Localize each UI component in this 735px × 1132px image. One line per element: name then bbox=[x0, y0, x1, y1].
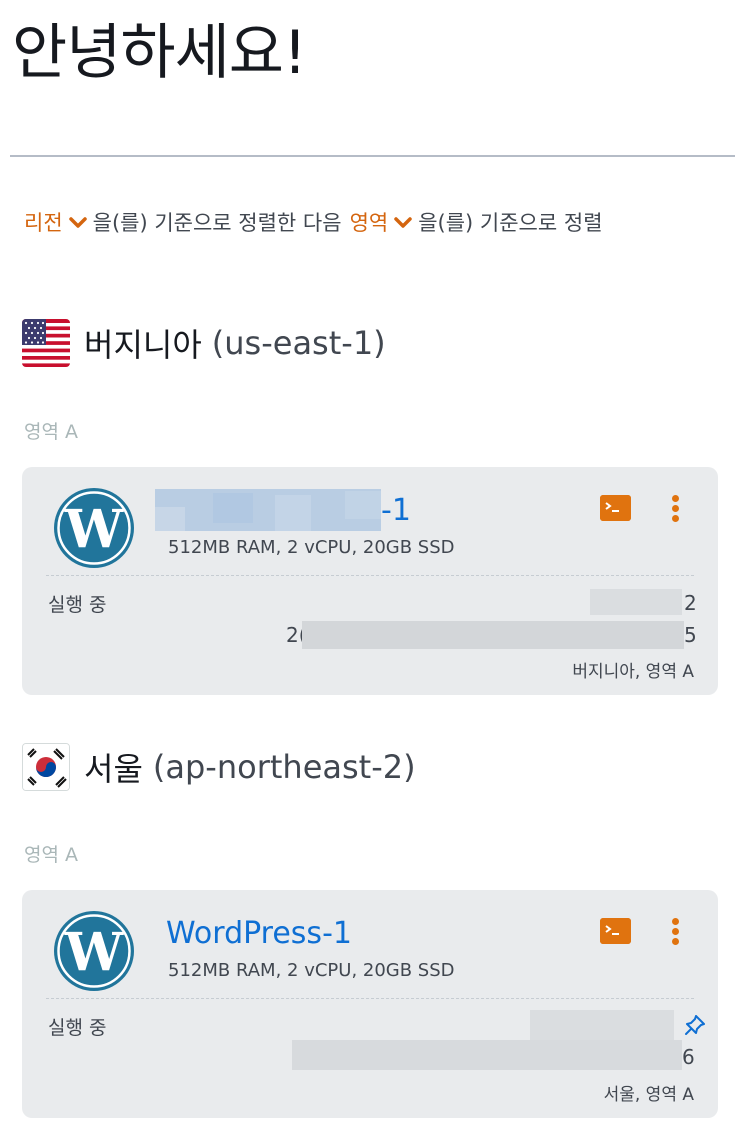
redacted-instance-name bbox=[155, 489, 381, 531]
svg-text:W: W bbox=[64, 922, 125, 983]
ip-1-visible-tail: 2 bbox=[684, 591, 697, 615]
region-heading-ap-northeast-2: 서울 (ap-northeast-2) bbox=[22, 743, 416, 791]
wordpress-logo-icon: W bbox=[54, 911, 134, 991]
redacted-ip-2 bbox=[292, 1040, 682, 1070]
instance-location: 서울, 영역 A bbox=[603, 1085, 694, 1105]
ip-2-visible-tail: 6 bbox=[682, 1045, 695, 1069]
sort-connector-2: 을(를) 기준으로 정렬 bbox=[418, 211, 603, 235]
instance-card[interactable]: W WordPress-1 512MB RAM, 2 vCPU, 20GB SS… bbox=[22, 890, 718, 1118]
instance-name-link[interactable]: -1 bbox=[381, 493, 411, 528]
region-heading-us-east-1: 버지니아 (us-east-1) bbox=[22, 319, 386, 367]
region-code: (us-east-1) bbox=[211, 324, 386, 362]
region-name: 서울 bbox=[84, 750, 143, 788]
sort-field-1-label: 리전 bbox=[24, 211, 63, 235]
pin-icon[interactable] bbox=[684, 1014, 706, 1036]
sort-connector-1: 을(를) 기준으로 정렬한 다음 bbox=[92, 211, 342, 235]
sort-field-1-dropdown[interactable]: 리전 bbox=[24, 207, 93, 237]
redacted-ip-2 bbox=[302, 621, 684, 649]
redacted-ip-1 bbox=[590, 589, 682, 615]
instance-status: 실행 중 bbox=[48, 1017, 107, 1039]
terminal-icon[interactable] bbox=[600, 495, 631, 521]
chevron-down-icon bbox=[68, 217, 87, 228]
chevron-down-icon bbox=[394, 217, 412, 228]
instance-card[interactable]: W -1 512MB RAM, 2 vCPU, 20GB SSD 실행 중 2 … bbox=[22, 467, 718, 695]
kebab-menu-icon[interactable] bbox=[667, 916, 683, 948]
terminal-icon[interactable] bbox=[600, 918, 631, 944]
region-name: 버지니아 bbox=[84, 326, 202, 364]
kr-flag-icon bbox=[22, 743, 70, 791]
instance-location: 버지니아, 영역 A bbox=[572, 662, 694, 682]
header-divider bbox=[10, 155, 735, 157]
sort-bar: 리전 을(를) 기준으로 정렬한 다음 영역 을(를) 기준으로 정렬 bbox=[24, 206, 603, 238]
instance-name-link[interactable]: WordPress-1 bbox=[166, 916, 352, 951]
kebab-menu-icon[interactable] bbox=[667, 493, 683, 525]
instance-spec: 512MB RAM, 2 vCPU, 20GB SSD bbox=[168, 537, 455, 558]
sort-field-2-label: 영역 bbox=[349, 211, 389, 235]
instance-status: 실행 중 bbox=[48, 594, 107, 616]
us-flag-icon bbox=[22, 319, 70, 367]
card-divider bbox=[46, 575, 694, 576]
region-code: (ap-northeast-2) bbox=[152, 748, 416, 786]
zone-label: 영역 A bbox=[24, 844, 78, 866]
greeting-title: 안녕하세요! bbox=[12, 18, 307, 88]
redacted-ip-1 bbox=[530, 1010, 674, 1040]
svg-text:W: W bbox=[64, 499, 125, 560]
instance-spec: 512MB RAM, 2 vCPU, 20GB SSD bbox=[168, 960, 455, 981]
wordpress-logo-icon: W bbox=[54, 488, 134, 568]
sort-field-2-dropdown[interactable]: 영역 bbox=[350, 207, 419, 237]
ip-2-visible-tail: 5 bbox=[684, 623, 697, 647]
zone-label: 영역 A bbox=[24, 421, 78, 443]
card-divider bbox=[46, 998, 694, 999]
